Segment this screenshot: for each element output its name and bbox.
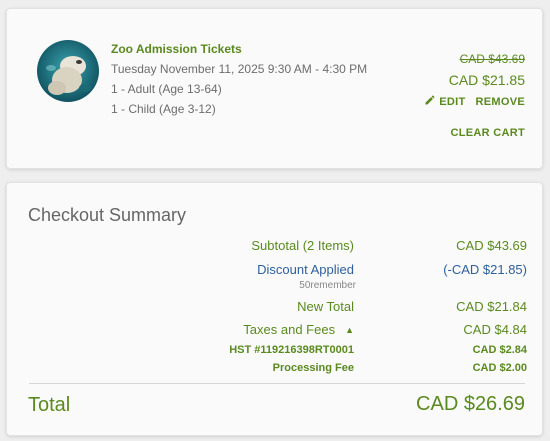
taxes-label: Taxes and Fees (243, 322, 336, 337)
polar-bear-image (37, 40, 99, 102)
hst-row: HST #119216398RT0001 CAD $2.84 (7, 344, 544, 362)
hst-label: HST #119216398RT0001 (229, 344, 354, 356)
original-price: CAD $43.69 (459, 52, 525, 66)
taxes-row[interactable]: Taxes and Fees ▲ CAD $4.84 (7, 322, 544, 340)
hst-value: CAD $2.84 (472, 344, 527, 356)
remove-button[interactable]: REMOVE (476, 96, 525, 108)
discount-value: (-CAD $21.85) (443, 262, 527, 277)
processing-fee-row: Processing Fee CAD $2.00 (7, 362, 544, 380)
checkout-summary-card: Checkout Summary Subtotal (2 Items) CAD … (6, 182, 543, 436)
discount-label: Discount Applied (257, 262, 354, 277)
subtotal-value: CAD $43.69 (456, 238, 527, 253)
ticket-title: Zoo Admission Tickets (111, 42, 242, 56)
new-total-row: New Total CAD $21.84 (7, 299, 544, 317)
discount-code: 50remember (299, 280, 356, 291)
ticket-line-child: 1 - Child (Age 3-12) (111, 102, 216, 116)
chevron-up-icon[interactable]: ▲ (345, 325, 354, 335)
cart-item-actions: EDIT REMOVE (424, 94, 525, 109)
taxes-toggle[interactable]: Taxes and Fees ▲ (243, 322, 354, 337)
edit-label: EDIT (439, 95, 466, 108)
discounted-price: CAD $21.85 (448, 72, 525, 88)
subtotal-row: Subtotal (2 Items) CAD $43.69 (7, 238, 544, 256)
summary-title: Checkout Summary (28, 205, 187, 225)
new-total-label: New Total (297, 299, 354, 314)
pencil-icon (424, 94, 436, 109)
edit-button[interactable]: EDIT (424, 94, 465, 109)
ticket-date: Tuesday November 11, 2025 9:30 AM - 4:30… (111, 62, 368, 76)
taxes-value: CAD $4.84 (463, 322, 527, 337)
clear-cart-button[interactable]: CLEAR CART (451, 127, 526, 139)
total-label: Total (28, 394, 71, 416)
processing-fee-value: CAD $2.00 (472, 362, 527, 374)
cart-item-card: Zoo Admission Tickets Tuesday November 1… (6, 8, 543, 169)
total-divider (29, 383, 525, 384)
new-total-value: CAD $21.84 (456, 299, 527, 314)
processing-fee-label: Processing Fee (272, 362, 354, 374)
discount-row: Discount Applied (-CAD $21.85) (7, 262, 544, 280)
subtotal-label: Subtotal (2 Items) (251, 238, 354, 253)
total-value: CAD $26.69 (416, 393, 525, 415)
ticket-line-adult: 1 - Adult (Age 13-64) (111, 82, 222, 96)
